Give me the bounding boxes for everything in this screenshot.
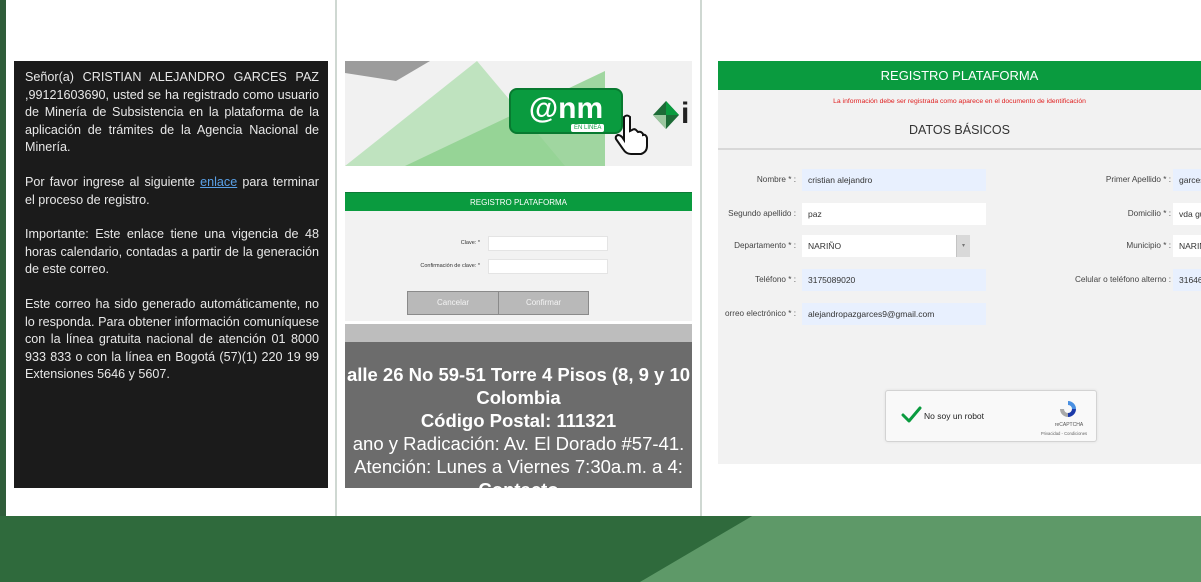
anm-logo: @nm EN LÍNEA bbox=[509, 88, 623, 134]
captcha-label: No soy un robot bbox=[924, 411, 985, 421]
banner-cut-glyph: i bbox=[681, 97, 690, 130]
divider-right bbox=[700, 0, 702, 516]
municipio-label: Municipio * : bbox=[1126, 241, 1171, 250]
telefono-field[interactable]: 3175089020 bbox=[802, 269, 986, 291]
pointer-hand-icon bbox=[614, 114, 648, 155]
web-form-header: REGISTRO PLATAFORMA bbox=[718, 61, 1201, 90]
anm-logo-text: @nm bbox=[528, 92, 604, 125]
email-paragraph-1: Señor(a) CRISTIAN ALEJANDRO GARCES PAZ ,… bbox=[25, 70, 319, 155]
password-label: Clave: * bbox=[460, 240, 480, 246]
footer-postal-line: Código Postal: 111321 bbox=[420, 410, 617, 431]
nombre-field[interactable]: cristian alejandro bbox=[802, 169, 986, 191]
checkmark-icon[interactable] bbox=[900, 404, 922, 426]
primer-apellido-label: Primer Apellido * : bbox=[1105, 175, 1171, 184]
nombre-label: Nombre * : bbox=[756, 175, 796, 184]
anm-logo-subtitle: EN LÍNEA bbox=[571, 124, 605, 132]
footer-country-line: Colombia bbox=[476, 387, 561, 408]
confirm-password-label: Confirmación de clave: * bbox=[420, 263, 480, 269]
ministry-diamond-icon bbox=[653, 101, 679, 129]
celular-label: Celular o teléfono alterno : bbox=[1074, 275, 1171, 284]
web-registration-panel: REGISTRO PLATAFORMA La información debe … bbox=[718, 61, 1201, 464]
confirm-password-input[interactable] bbox=[488, 259, 608, 274]
email-message-panel: Señor(a) CRISTIAN ALEJANDRO GARCES PAZ ,… bbox=[14, 61, 328, 488]
email-paragraph-3: Importante: Este enlace tiene una vigenc… bbox=[25, 227, 319, 277]
cancel-button[interactable]: Cancelar bbox=[407, 291, 499, 315]
password-row: Clave: * bbox=[345, 236, 692, 252]
confirm-password-row: Confirmación de clave: * bbox=[345, 259, 692, 275]
departamento-select[interactable]: NARIÑO bbox=[802, 235, 956, 257]
segundo-apellido-field[interactable]: paz bbox=[802, 203, 986, 225]
password-input[interactable] bbox=[488, 236, 608, 251]
municipio-select[interactable]: NARIÑO bbox=[1173, 235, 1201, 257]
correo-field[interactable]: alejandropazgarces9@gmail.com bbox=[802, 303, 986, 325]
celular-field[interactable]: 3164623997 bbox=[1173, 269, 1201, 291]
domicilio-label: Domicilio * : bbox=[1127, 209, 1171, 218]
section-divider bbox=[718, 148, 1201, 150]
divider-left bbox=[335, 0, 337, 516]
bottom-green-band bbox=[0, 516, 1201, 582]
segundo-apellido-label: Segundo apellido : bbox=[728, 209, 796, 218]
telefono-label: Teléfono * : bbox=[755, 275, 796, 284]
recaptcha-widget: No soy un robot reCAPTCHA Privacidad - C… bbox=[885, 390, 1097, 442]
left-edge-strip bbox=[0, 0, 6, 516]
mobile-registration-panel: @nm EN LÍNEA i REGISTRO PLATAFORMA Clave:… bbox=[345, 61, 692, 488]
footer-address-line: alle 26 No 59-51 Torre 4 Pisos (8, 9 y 1… bbox=[346, 364, 691, 385]
departamento-label: Departamento * : bbox=[734, 241, 796, 250]
email-paragraph-2-start: Por favor ingrese al siguiente bbox=[25, 174, 201, 189]
footer-contact-line[interactable]: Contacto bbox=[345, 478, 692, 488]
gray-separator bbox=[345, 324, 692, 342]
section-title: DATOS BÁSICOS bbox=[909, 123, 1010, 137]
banner-shape bbox=[345, 61, 430, 81]
recaptcha-logo-icon bbox=[1060, 401, 1076, 417]
recaptcha-terms-link[interactable]: Privacidad - Condiciones bbox=[1026, 431, 1102, 436]
recaptcha-brand: reCAPTCHA bbox=[1054, 422, 1084, 428]
mobile-footer: alle 26 No 59-51 Torre 4 Pisos (8, 9 y 1… bbox=[345, 342, 692, 488]
footer-radicacion-line: ano y Radicación: Av. El Dorado #57-41. bbox=[352, 433, 685, 454]
identification-notice: La información debe ser registrada como … bbox=[833, 98, 1086, 105]
mobile-form-header: REGISTRO PLATAFORMA bbox=[345, 192, 692, 211]
departamento-dropdown-arrow-icon[interactable]: ▾ bbox=[956, 235, 970, 257]
registration-link[interactable]: enlace bbox=[200, 175, 237, 189]
email-paragraph-4: Este correo ha sido generado automáticam… bbox=[25, 296, 319, 382]
domicilio-field[interactable]: vda guapi bbox=[1173, 203, 1201, 225]
confirm-button[interactable]: Confirmar bbox=[498, 291, 589, 315]
primer-apellido-field[interactable]: garces bbox=[1173, 169, 1201, 191]
correo-label: orreo electrónico * : bbox=[725, 309, 796, 318]
footer-hours-line: Atención: Lunes a Viernes 7:30a.m. a 4: bbox=[354, 456, 683, 477]
anm-banner: @nm EN LÍNEA i bbox=[345, 61, 692, 166]
email-paragraph-2: Por favor ingrese al siguiente enlace pa… bbox=[25, 174, 319, 209]
screenshot-collage: Señor(a) CRISTIAN ALEJANDRO GARCES PAZ ,… bbox=[0, 0, 1201, 582]
